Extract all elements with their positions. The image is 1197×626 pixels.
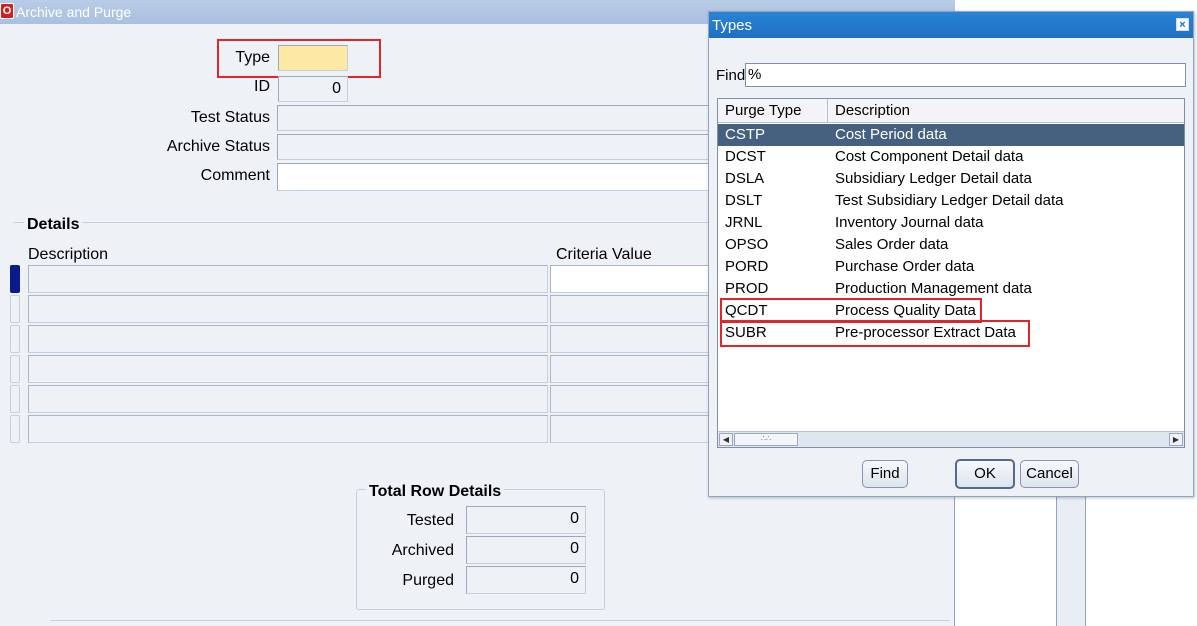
dialog-title: Types bbox=[712, 17, 753, 34]
close-icon[interactable]: × bbox=[1176, 18, 1189, 31]
criteria-value-cell[interactable] bbox=[550, 355, 709, 383]
highlight-box bbox=[720, 320, 1030, 347]
ok-button-label: OK bbox=[974, 465, 996, 482]
list-item[interactable]: OPSO Sales Order data bbox=[718, 234, 1184, 256]
types-list: Purge Type Description ◀ ∴∴ ▶ CSTP Cost P… bbox=[717, 98, 1185, 448]
list-item[interactable]: CSTP Cost Period data bbox=[718, 124, 1184, 146]
list-header: Purge Type Description bbox=[718, 99, 1184, 123]
purge-type-description: Inventory Journal data bbox=[835, 214, 984, 231]
details-col-description: Description bbox=[28, 246, 109, 263]
purge-type-code: PROD bbox=[725, 280, 769, 297]
criteria-value-cell[interactable] bbox=[550, 415, 709, 443]
row-indicator[interactable] bbox=[10, 385, 20, 413]
cancel-button[interactable]: Cancel bbox=[1020, 460, 1079, 488]
test-status-label: Test Status bbox=[190, 109, 270, 126]
purge-type-description: Cost Period data bbox=[835, 126, 947, 143]
description-cell[interactable] bbox=[28, 355, 548, 383]
row-indicator[interactable] bbox=[10, 415, 20, 443]
id-label: ID bbox=[254, 78, 270, 95]
col-purge-type[interactable]: Purge Type bbox=[725, 102, 801, 119]
purged-label: Purged bbox=[402, 572, 454, 589]
types-dialog: Types × Find % Purge Type Description ◀ … bbox=[708, 11, 1194, 497]
purge-type-code: JRNL bbox=[725, 214, 763, 231]
purge-type-code: DSLA bbox=[725, 170, 765, 187]
details-section-label: Details bbox=[24, 216, 83, 234]
comment-label: Comment bbox=[200, 167, 270, 184]
archived-value: 0 bbox=[466, 536, 586, 564]
find-label: Find bbox=[716, 67, 746, 84]
description-cell[interactable] bbox=[28, 265, 548, 293]
list-item[interactable]: DSLA Subsidiary Ledger Detail data bbox=[718, 168, 1184, 190]
test-status-field[interactable] bbox=[277, 105, 709, 131]
background-window-edge bbox=[1056, 496, 1086, 626]
find-button[interactable]: Find bbox=[862, 460, 908, 488]
list-item[interactable]: PORD Purchase Order data bbox=[718, 256, 1184, 278]
row-indicator[interactable] bbox=[10, 355, 20, 383]
criteria-value-cell[interactable] bbox=[550, 295, 709, 323]
ok-button[interactable]: OK bbox=[955, 459, 1015, 489]
purge-type-description: Production Management data bbox=[835, 280, 1032, 297]
details-col-criteria-value: Criteria Value bbox=[556, 246, 652, 263]
purge-type-code: CSTP bbox=[725, 126, 766, 143]
purge-type-code: DCST bbox=[725, 148, 766, 165]
column-separator bbox=[827, 99, 828, 123]
purge-type-code: OPSO bbox=[725, 236, 769, 253]
purged-value: 0 bbox=[466, 566, 586, 594]
purge-type-description: Sales Order data bbox=[835, 236, 949, 253]
row-indicator[interactable] bbox=[10, 295, 20, 323]
archived-label: Archived bbox=[391, 542, 454, 559]
description-cell[interactable] bbox=[28, 385, 548, 413]
criteria-value-cell[interactable] bbox=[550, 385, 709, 413]
scroll-right-icon[interactable]: ▶ bbox=[1169, 433, 1183, 446]
comment-field[interactable] bbox=[277, 163, 709, 191]
purge-type-description: Test Subsidiary Ledger Detail data bbox=[835, 192, 1064, 209]
list-item[interactable]: DCST Cost Component Detail data bbox=[718, 146, 1184, 168]
total-row-details-label: Total Row Details bbox=[366, 483, 505, 501]
list-item[interactable]: DSLT Test Subsidiary Ledger Detail data bbox=[718, 190, 1184, 212]
window-title: Archive and Purge bbox=[16, 4, 132, 20]
archive-status-field[interactable] bbox=[277, 134, 709, 160]
scroll-left-icon[interactable]: ◀ bbox=[719, 433, 733, 446]
list-item[interactable]: JRNL Inventory Journal data bbox=[718, 212, 1184, 234]
id-field[interactable]: 0 bbox=[278, 76, 348, 102]
horizontal-scrollbar[interactable]: ◀ ∴∴ ▶ bbox=[718, 431, 1184, 447]
criteria-value-cell[interactable] bbox=[550, 325, 709, 353]
row-indicator[interactable] bbox=[10, 325, 20, 353]
purge-type-description: Subsidiary Ledger Detail data bbox=[835, 170, 1032, 187]
scroll-thumb[interactable]: ∴∴ bbox=[734, 433, 798, 446]
archive-status-label: Archive Status bbox=[166, 138, 270, 155]
description-cell[interactable] bbox=[28, 325, 548, 353]
list-item[interactable]: PROD Production Management data bbox=[718, 278, 1184, 300]
purge-type-description: Purchase Order data bbox=[835, 258, 975, 275]
find-input[interactable]: % bbox=[745, 63, 1186, 87]
description-cell[interactable] bbox=[28, 295, 548, 323]
type-highlight-box bbox=[217, 39, 381, 78]
tested-label: Tested bbox=[406, 512, 454, 529]
oracle-app-icon: O bbox=[0, 3, 14, 19]
description-cell[interactable] bbox=[28, 415, 548, 443]
criteria-value-cell[interactable] bbox=[550, 265, 709, 293]
bottom-edge bbox=[50, 620, 950, 626]
cancel-button-label: Cancel bbox=[1026, 465, 1073, 482]
purge-type-description: Cost Component Detail data bbox=[835, 148, 1024, 165]
tested-value: 0 bbox=[466, 506, 586, 534]
col-description[interactable]: Description bbox=[835, 102, 910, 119]
purge-type-code: PORD bbox=[725, 258, 769, 275]
details-divider bbox=[14, 222, 709, 223]
dialog-title-bar: Types × bbox=[709, 12, 1193, 38]
purge-type-code: DSLT bbox=[725, 192, 763, 209]
row-indicator[interactable] bbox=[10, 265, 20, 293]
find-button-label: Find bbox=[870, 465, 900, 482]
